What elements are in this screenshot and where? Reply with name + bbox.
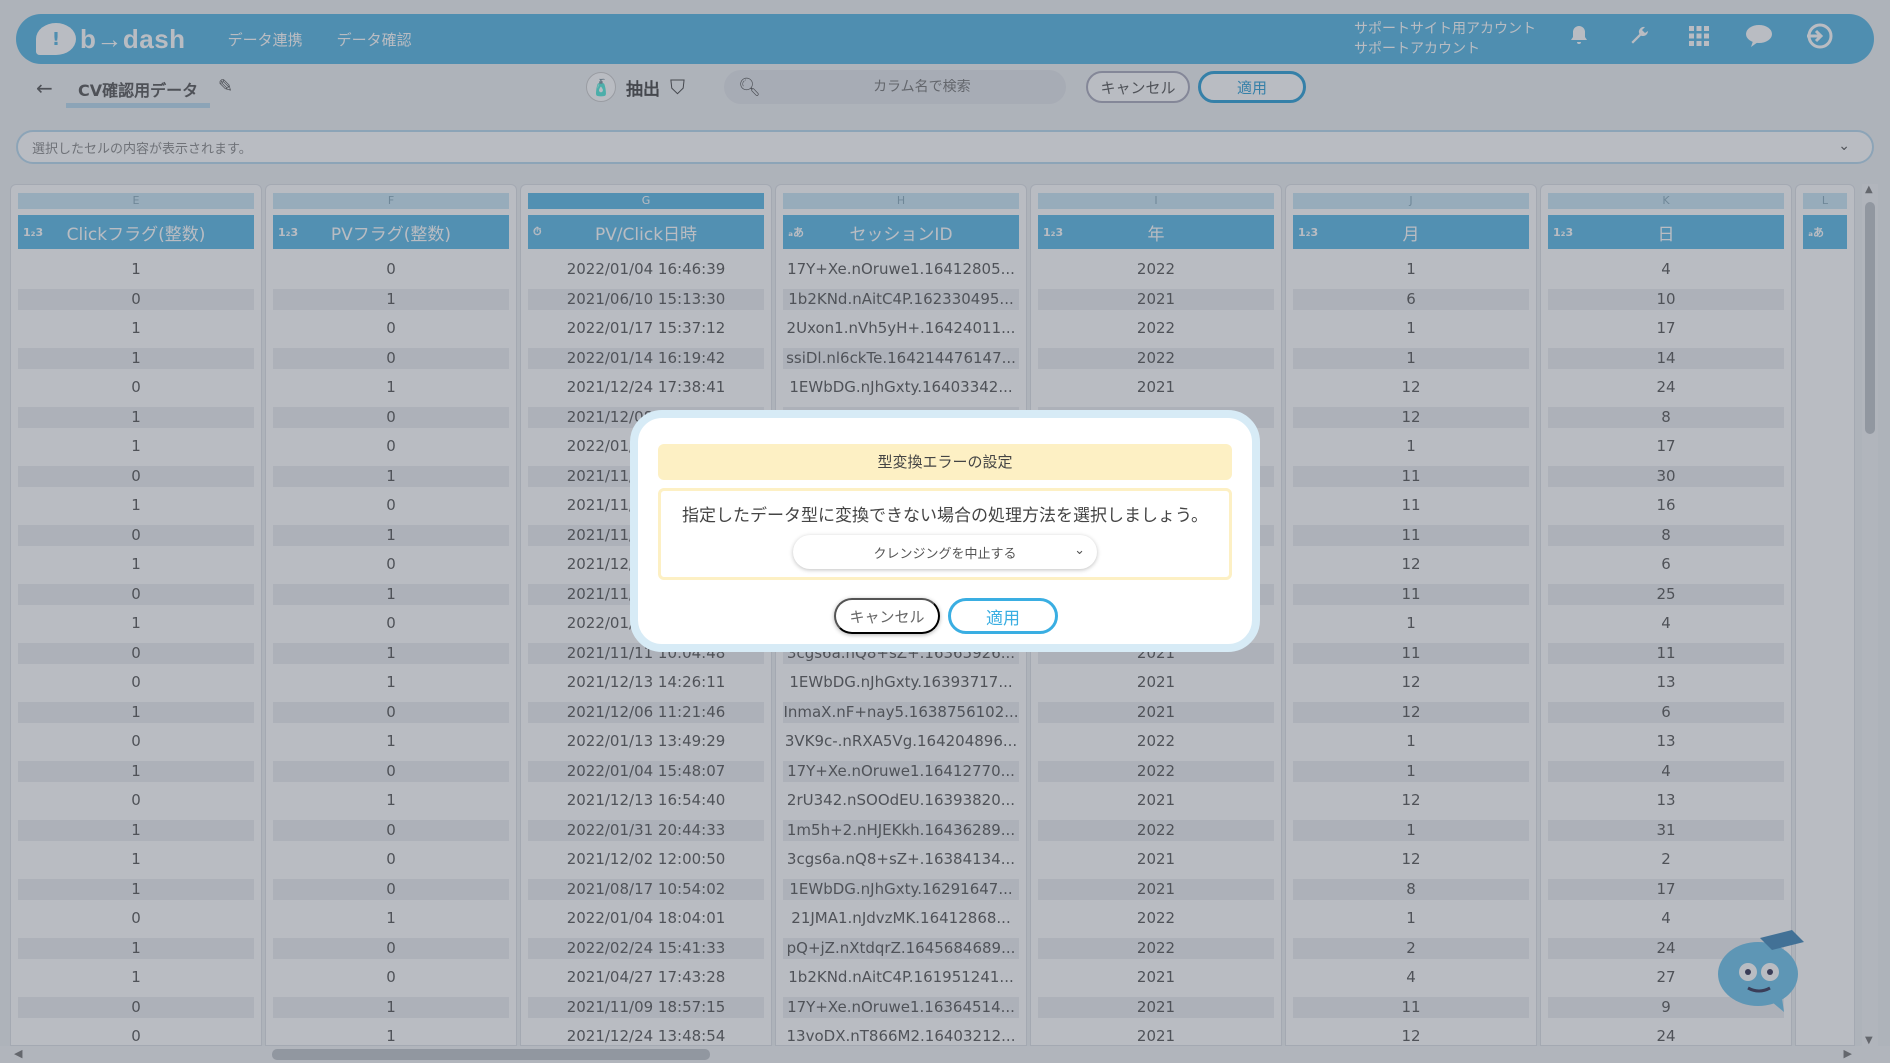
dialog-description: 指定したデータ型に変換できない場合の処理方法を選択しましょう。 — [682, 506, 1208, 526]
dialog-apply-button[interactable]: 適用 — [948, 598, 1058, 634]
dialog-body: 指定したデータ型に変換できない場合の処理方法を選択しましょう。 クレンジングを中… — [658, 488, 1232, 580]
type-conversion-error-dialog: 型変換エラーの設定 指定したデータ型に変換できない場合の処理方法を選択しましょう… — [630, 410, 1260, 652]
chevron-down-icon: ⌄ — [1074, 543, 1085, 558]
dialog-title: 型変換エラーの設定 — [658, 444, 1232, 480]
dialog-cancel-button[interactable]: キャンセル — [834, 598, 940, 634]
error-handling-select[interactable]: クレンジングを中止する ⌄ — [793, 535, 1097, 569]
error-handling-selected-value: クレンジングを中止する — [873, 546, 1017, 562]
